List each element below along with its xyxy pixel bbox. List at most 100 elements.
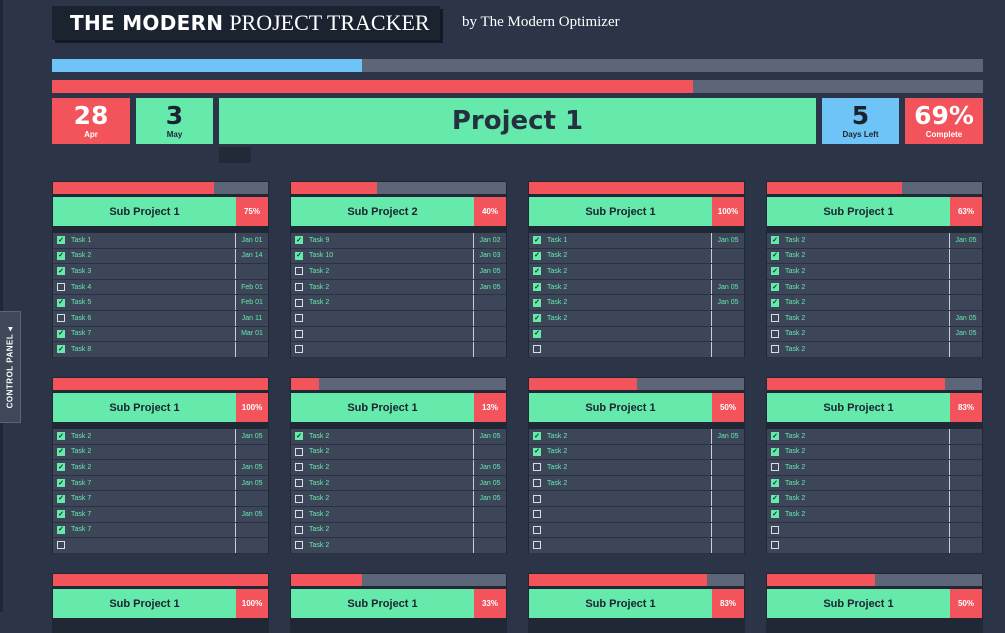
- task-date[interactable]: [711, 460, 744, 475]
- task-date[interactable]: [711, 326, 744, 342]
- task-checkbox[interactable]: [57, 541, 65, 550]
- task-date[interactable]: [949, 522, 982, 538]
- task-date[interactable]: [473, 538, 506, 553]
- task-date[interactable]: Jan 05: [711, 429, 744, 444]
- task-name[interactable]: Task 7: [71, 526, 235, 533]
- task-checkbox[interactable]: [533, 541, 541, 550]
- task-name[interactable]: Task 2: [71, 433, 235, 440]
- task-checkbox[interactable]: ✓: [533, 447, 541, 456]
- task-checkbox[interactable]: [771, 541, 779, 550]
- task-checkbox[interactable]: [295, 510, 303, 519]
- task-checkbox[interactable]: [533, 479, 541, 488]
- task-date[interactable]: [949, 506, 982, 522]
- task-checkbox[interactable]: ✓: [533, 298, 541, 307]
- task-name[interactable]: Task 2: [309, 268, 473, 275]
- sub-project-name[interactable]: Sub Project 1: [767, 589, 950, 618]
- task-name[interactable]: Task 2: [309, 542, 473, 549]
- task-checkbox[interactable]: ✓: [533, 432, 541, 441]
- project-name-tile[interactable]: Project 1: [219, 98, 816, 144]
- task-name[interactable]: Task 7: [71, 511, 235, 518]
- task-checkbox[interactable]: [295, 479, 303, 488]
- task-date[interactable]: [711, 444, 744, 460]
- task-date[interactable]: [949, 342, 982, 357]
- task-name[interactable]: Task 2: [785, 299, 949, 306]
- task-name[interactable]: Task 2: [71, 464, 235, 471]
- task-date[interactable]: [473, 326, 506, 342]
- task-name[interactable]: Task 2: [309, 284, 473, 291]
- task-checkbox[interactable]: ✓: [57, 447, 65, 456]
- task-date[interactable]: [711, 264, 744, 279]
- task-date[interactable]: Jan 03: [473, 248, 506, 264]
- task-checkbox[interactable]: [533, 463, 541, 472]
- task-checkbox[interactable]: ✓: [57, 525, 65, 534]
- task-name[interactable]: Task 2: [785, 252, 949, 259]
- task-name[interactable]: Task 2: [309, 511, 473, 518]
- task-checkbox[interactable]: [295, 267, 303, 276]
- task-name[interactable]: Task 2: [547, 480, 711, 487]
- task-checkbox[interactable]: ✓: [57, 236, 65, 245]
- task-date[interactable]: [949, 491, 982, 506]
- sub-project-name[interactable]: Sub Project 1: [767, 393, 950, 422]
- task-date[interactable]: [235, 444, 268, 460]
- sub-project-name[interactable]: Sub Project 1: [529, 589, 712, 618]
- task-name[interactable]: Task 2: [309, 526, 473, 533]
- task-checkbox[interactable]: [295, 345, 303, 354]
- task-name[interactable]: Task 3: [71, 268, 235, 275]
- task-date[interactable]: Feb 01: [235, 295, 268, 310]
- task-name[interactable]: Task 2: [547, 433, 711, 440]
- task-date[interactable]: [235, 264, 268, 279]
- task-date[interactable]: Jan 05: [473, 264, 506, 279]
- task-date[interactable]: [235, 538, 268, 553]
- task-checkbox[interactable]: ✓: [771, 447, 779, 456]
- task-name[interactable]: Task 2: [785, 448, 949, 455]
- task-date[interactable]: [473, 342, 506, 357]
- task-name[interactable]: Task 2: [547, 464, 711, 471]
- task-checkbox[interactable]: ✓: [771, 283, 779, 292]
- task-date[interactable]: [949, 429, 982, 444]
- task-checkbox[interactable]: [295, 298, 303, 307]
- task-date[interactable]: [949, 264, 982, 279]
- task-name[interactable]: Task 2: [547, 299, 711, 306]
- task-checkbox[interactable]: [533, 345, 541, 354]
- task-checkbox[interactable]: ✓: [533, 267, 541, 276]
- task-date[interactable]: [711, 475, 744, 491]
- task-date[interactable]: [711, 522, 744, 538]
- task-name[interactable]: Task 2: [785, 284, 949, 291]
- sub-project-name[interactable]: Sub Project 1: [529, 393, 712, 422]
- task-checkbox[interactable]: [295, 329, 303, 338]
- control-panel-toggle[interactable]: CONTROL PANEL ◂: [0, 311, 21, 423]
- task-name[interactable]: Task 2: [309, 448, 473, 455]
- task-name[interactable]: Task 9: [309, 237, 473, 244]
- sub-project-name[interactable]: Sub Project 1: [53, 589, 236, 618]
- task-checkbox[interactable]: [771, 329, 779, 338]
- task-name[interactable]: Task 1: [547, 237, 711, 244]
- task-checkbox[interactable]: ✓: [295, 432, 303, 441]
- task-checkbox[interactable]: [295, 283, 303, 292]
- task-name[interactable]: Task 2: [547, 268, 711, 275]
- task-checkbox[interactable]: [771, 525, 779, 534]
- task-name[interactable]: Task 5: [71, 299, 235, 306]
- task-date[interactable]: [711, 310, 744, 326]
- task-checkbox[interactable]: ✓: [57, 494, 65, 503]
- task-date[interactable]: [949, 295, 982, 310]
- task-date[interactable]: Jan 05: [235, 429, 268, 444]
- sub-project-name[interactable]: Sub Project 2: [291, 197, 474, 226]
- task-checkbox[interactable]: ✓: [57, 463, 65, 472]
- task-checkbox[interactable]: [771, 345, 779, 354]
- task-checkbox[interactable]: ✓: [295, 236, 303, 245]
- task-checkbox[interactable]: ✓: [295, 251, 303, 260]
- task-date[interactable]: Jan 14: [235, 248, 268, 264]
- task-date[interactable]: [473, 506, 506, 522]
- task-date[interactable]: [473, 295, 506, 310]
- task-name[interactable]: Task 2: [785, 346, 949, 353]
- task-date[interactable]: Jan 05: [473, 279, 506, 295]
- task-checkbox[interactable]: ✓: [533, 251, 541, 260]
- task-name[interactable]: Task 2: [71, 448, 235, 455]
- task-name[interactable]: Task 2: [547, 315, 711, 322]
- task-date[interactable]: Jan 11: [235, 310, 268, 326]
- task-checkbox[interactable]: ✓: [533, 314, 541, 323]
- task-checkbox[interactable]: [57, 314, 65, 323]
- task-date[interactable]: [473, 310, 506, 326]
- task-checkbox[interactable]: ✓: [57, 432, 65, 441]
- task-checkbox[interactable]: [533, 510, 541, 519]
